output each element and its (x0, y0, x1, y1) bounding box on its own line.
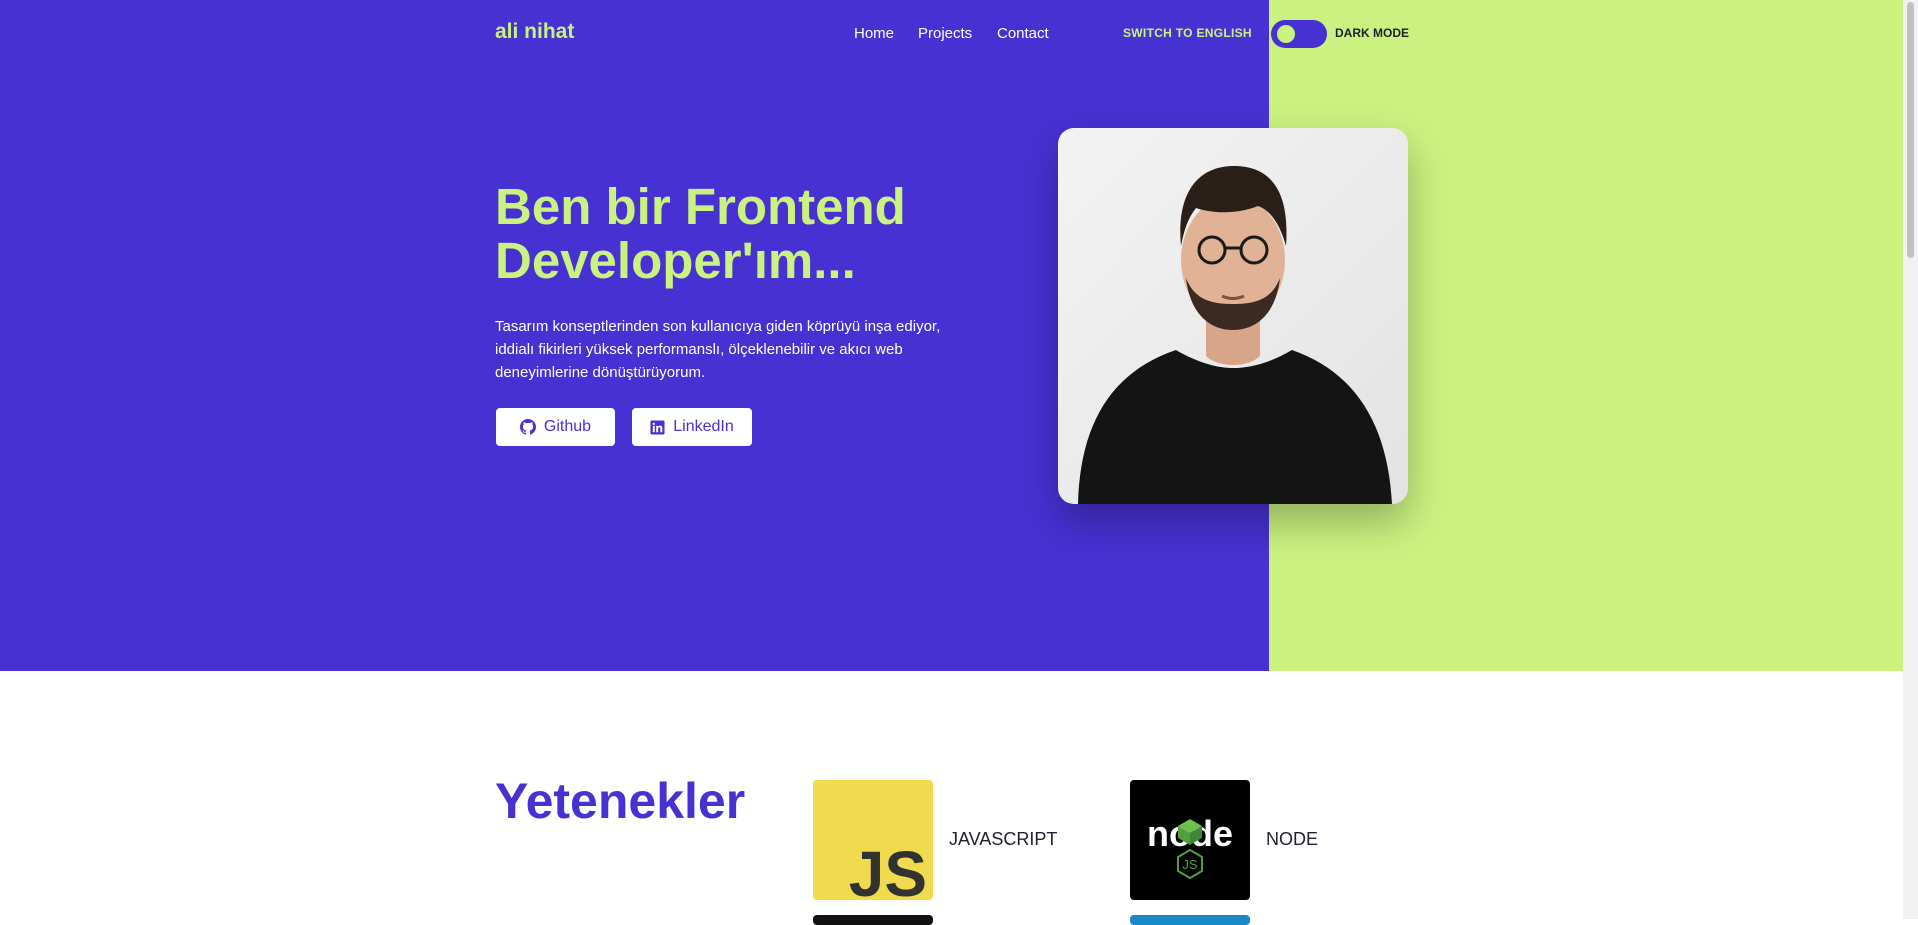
skill-label-node: NODE (1266, 829, 1319, 849)
nav-home[interactable]: Home (854, 25, 894, 42)
toggle-knob (1277, 25, 1295, 43)
node-badge-text: JS (1182, 857, 1198, 872)
linkedin-icon (650, 419, 665, 435)
nav-projects[interactable]: Projects (918, 25, 972, 42)
node-logo: node JS (1130, 780, 1250, 900)
hero-headline: Ben bir Frontend Developer'ım... (495, 178, 906, 289)
scrollbar-thumb[interactable] (1907, 2, 1914, 258)
dark-mode-toggle[interactable] (1271, 20, 1327, 48)
skill-label-javascript: JAVASCRIPT (949, 829, 1058, 849)
linkedin-button-label: LinkedIn (673, 418, 734, 435)
site-logo[interactable]: ali nihat (495, 20, 574, 44)
profile-photo (1058, 128, 1408, 504)
hero-intro: Tasarım konseptlerinden son kullanıcıya … (495, 318, 941, 381)
dark-mode-label: DARK MODE (1335, 26, 1409, 40)
linkedin-button[interactable]: LinkedIn (631, 407, 753, 447)
javascript-logo: JS (813, 780, 933, 900)
page-scrollbar[interactable] (1903, 0, 1918, 919)
skills-title: Yetenekler (495, 773, 746, 829)
github-button-label: Github (543, 418, 592, 435)
javascript-logo-text: JS (849, 838, 927, 900)
github-button[interactable]: Github (495, 407, 616, 447)
language-switch-button[interactable]: SWITCH TO ENGLISH (1123, 26, 1252, 40)
nav-contact[interactable]: Contact (997, 25, 1049, 42)
github-icon (519, 419, 536, 435)
skill-tile-partial-blue (1130, 915, 1250, 925)
skill-tile-partial (813, 915, 933, 925)
